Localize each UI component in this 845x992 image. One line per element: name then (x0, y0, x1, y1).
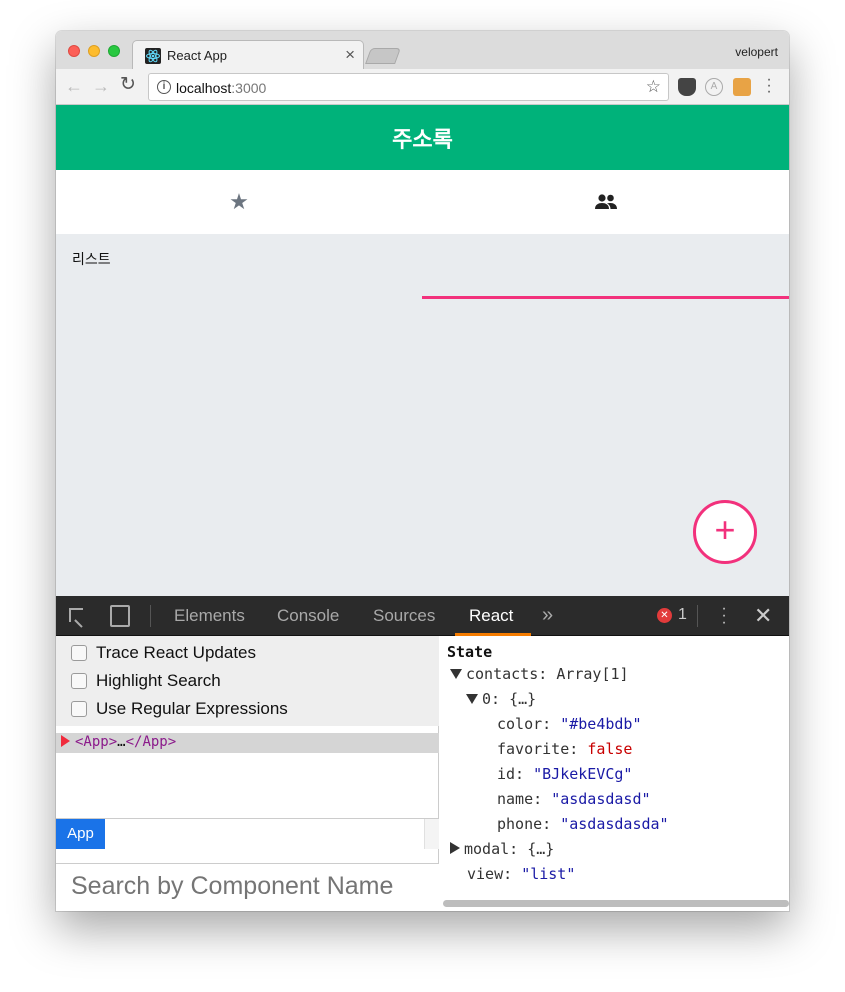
state-row-contacts[interactable]: contacts: Array[1] (450, 665, 629, 683)
regex-checkbox[interactable] (71, 701, 87, 717)
collapse-arrow-icon[interactable] (466, 694, 478, 704)
toolbar-divider (697, 605, 698, 627)
info-icon[interactable]: i (157, 80, 171, 94)
option-label: Use Regular Expressions (96, 699, 288, 718)
collapse-arrow-icon[interactable] (450, 669, 462, 679)
tab-favorites[interactable]: ★ (56, 170, 422, 234)
state-row-modal[interactable]: modal: {…} (450, 840, 554, 858)
active-tab-indicator (422, 296, 789, 299)
back-arrow-icon[interactable]: ← (65, 77, 83, 95)
highlight-search-checkbox[interactable] (71, 673, 87, 689)
react-options: Trace React Updates Highlight Search Use… (56, 636, 439, 726)
people-icon (423, 189, 789, 218)
new-tab-button[interactable] (365, 48, 401, 64)
star-icon: ★ (229, 189, 249, 214)
forward-arrow-icon[interactable]: → (92, 77, 110, 95)
page-viewport: 주소록 ★ 리스트 + (56, 105, 789, 596)
device-toolbar-icon[interactable] (110, 605, 130, 627)
tab-title: React App (167, 48, 227, 63)
browser-window: React App × velopert ← → ↻ i localhost:3… (56, 31, 789, 911)
option-label: Highlight Search (96, 671, 221, 690)
component-breadcrumb: App (56, 818, 439, 849)
devtools-menu-icon[interactable]: · · · (719, 601, 729, 631)
address-bar[interactable]: i localhost:3000 ☆ (148, 73, 669, 101)
state-row-phone: phone: "asdasdasda" (497, 815, 669, 833)
component-search (56, 863, 439, 911)
devtools-tab-sources[interactable]: Sources (373, 606, 435, 626)
app-tab-bar: ★ (56, 170, 789, 299)
extension-a-icon[interactable]: A (705, 78, 723, 96)
react-tree-pane: Trace React Updates Highlight Search Use… (56, 636, 439, 911)
expand-arrow-icon[interactable] (450, 842, 460, 854)
state-inspector-pane: State contacts: Array[1] 0: {…} color: "… (440, 636, 789, 911)
component-search-input[interactable] (71, 872, 431, 901)
extension-face-icon[interactable] (733, 78, 751, 96)
close-devtools-icon[interactable]: ✕ (754, 603, 772, 629)
error-count[interactable]: 1 (678, 606, 687, 624)
tab-contacts[interactable] (423, 170, 789, 234)
state-row-color: color: "#be4bdb" (497, 715, 642, 733)
app-title: 주소록 (392, 127, 453, 152)
url-text[interactable]: localhost:3000 (176, 80, 266, 96)
state-row-name: name: "asdasdasd" (497, 790, 651, 808)
error-icon[interactable]: ✕ (657, 608, 672, 623)
more-tabs-icon[interactable]: » (542, 604, 553, 627)
bookmark-star-icon[interactable]: ☆ (646, 78, 661, 96)
tree-row-app[interactable]: <App>…</App> (56, 733, 439, 753)
pocket-extension-icon[interactable] (678, 78, 696, 96)
close-tab-icon[interactable]: × (345, 45, 355, 65)
minimize-window-button[interactable] (88, 45, 100, 57)
option-label: Trace React Updates (96, 643, 256, 662)
app-header: 주소록 (56, 105, 789, 170)
maximize-window-button[interactable] (108, 45, 120, 57)
react-logo-icon (145, 48, 161, 64)
add-contact-button[interactable]: + (693, 500, 757, 564)
state-title: State (447, 643, 493, 661)
expand-arrow-icon[interactable] (61, 735, 70, 747)
state-row-favorite: favorite: false (497, 740, 633, 758)
trace-updates-checkbox[interactable] (71, 645, 87, 661)
tree-node-text[interactable]: <App>…</App> (75, 734, 176, 750)
list-label: 리스트 (72, 251, 111, 267)
inspect-element-icon[interactable] (69, 608, 83, 622)
state-row-item-0[interactable]: 0: {…} (466, 690, 536, 708)
breadcrumb-app[interactable]: App (56, 819, 105, 849)
devtools-tab-elements[interactable]: Elements (174, 606, 245, 626)
browser-tab[interactable]: React App × (132, 40, 364, 70)
devtools-panel: Elements Console Sources React » ✕ 1 · · ·… (56, 596, 789, 911)
tab-strip: React App × velopert (56, 31, 789, 70)
browser-menu-icon[interactable]: · · · (764, 72, 774, 100)
state-row-view: view: "list" (467, 865, 576, 883)
state-row-id: id: "BJkekEVCg" (497, 765, 633, 783)
close-window-button[interactable] (68, 45, 80, 57)
browser-toolbar: ← → ↻ i localhost:3000 ☆ A · · · (56, 69, 789, 105)
devtools-tab-bar: Elements Console Sources React » ✕ 1 · · ·… (56, 596, 789, 636)
devtools-tab-console[interactable]: Console (277, 606, 339, 626)
horizontal-scrollbar[interactable] (443, 900, 789, 907)
devtools-tab-react[interactable]: React (469, 606, 513, 626)
toolbar-divider (150, 605, 151, 627)
reload-icon[interactable]: ↻ (120, 75, 136, 94)
profile-name[interactable]: velopert (735, 45, 778, 59)
breadcrumb-scrollbar[interactable] (424, 819, 439, 849)
